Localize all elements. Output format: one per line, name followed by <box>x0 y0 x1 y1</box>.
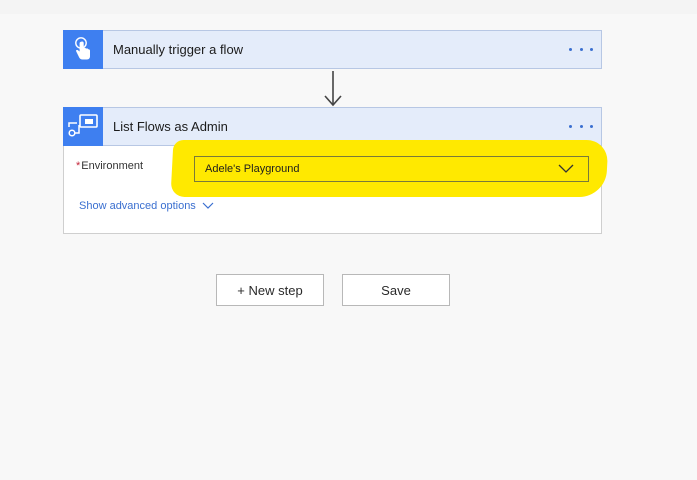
more-dot-icon <box>579 124 583 128</box>
trigger-title: Manually trigger a flow <box>113 42 244 57</box>
touch-hand-icon <box>75 37 90 60</box>
action-icon-box <box>63 106 103 146</box>
chevron-down-icon <box>558 164 574 173</box>
trigger-more-options-button[interactable] <box>569 41 593 57</box>
more-dot-icon <box>590 124 593 128</box>
flow-admin-icon <box>68 114 98 137</box>
more-dot-icon <box>569 47 572 51</box>
required-marker: * <box>76 160 81 172</box>
new-step-button[interactable]: + New step <box>216 274 324 306</box>
more-dot-icon <box>590 47 593 51</box>
show-advanced-options-link[interactable]: Show advanced options <box>79 200 214 212</box>
show-advanced-options-label: Show advanced options <box>79 200 196 212</box>
environment-dropdown-value: Adele's Playground <box>205 163 300 175</box>
canvas-top-band <box>0 0 697 14</box>
more-dot-icon <box>569 124 572 128</box>
save-button[interactable]: Save <box>342 274 450 306</box>
trigger-icon-box <box>63 29 103 69</box>
trigger-card[interactable]: Manually trigger a flow <box>63 29 602 69</box>
environment-label-text: Environment <box>81 160 144 172</box>
environment-dropdown[interactable]: Adele's Playground <box>194 156 589 182</box>
arrow-down-icon <box>324 71 342 107</box>
more-dot-icon <box>579 47 583 51</box>
chevron-down-icon <box>202 202 214 209</box>
environment-label: *Environment <box>76 160 143 172</box>
action-more-options-button[interactable] <box>569 118 593 134</box>
action-title: List Flows as Admin <box>113 119 228 134</box>
